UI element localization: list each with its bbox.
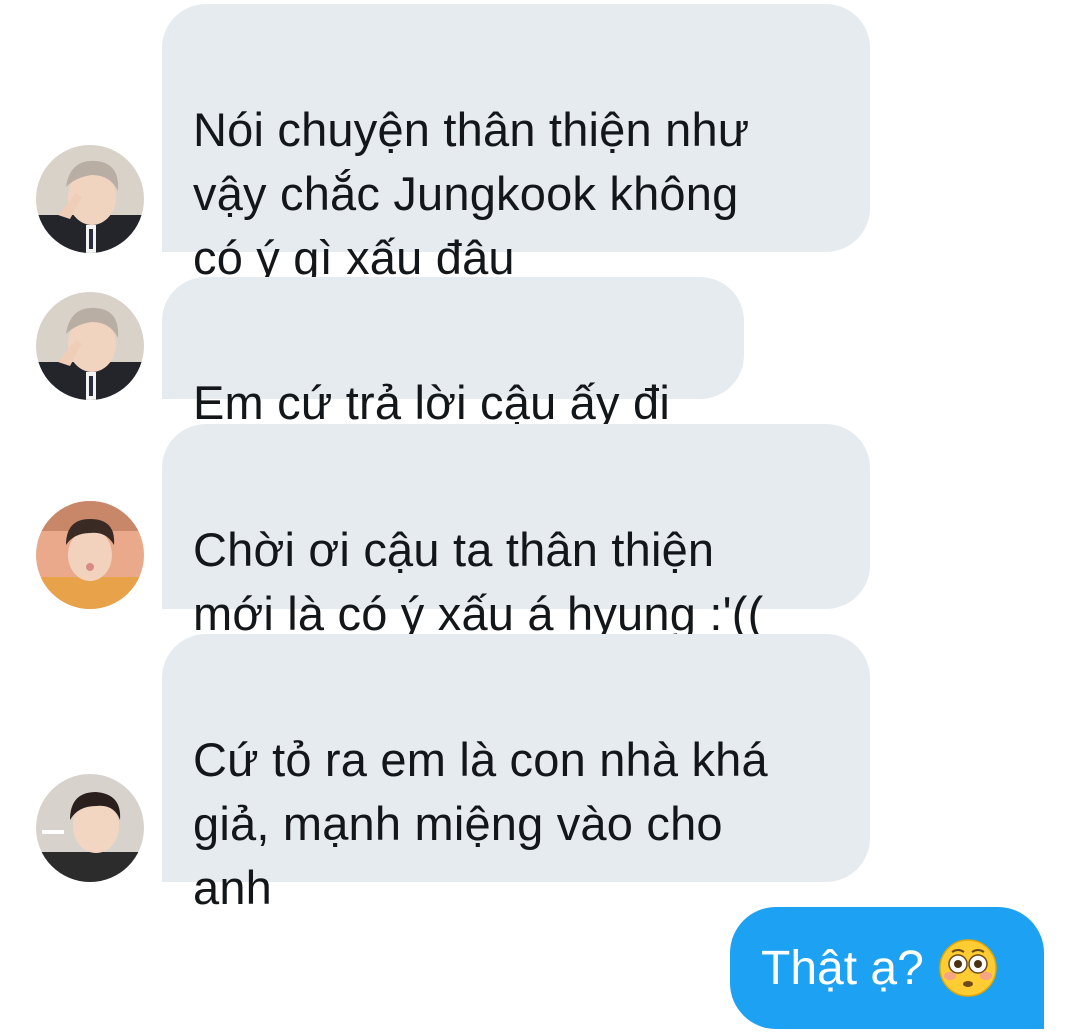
avatar[interactable] [36, 292, 144, 400]
avatar[interactable] [36, 501, 144, 609]
avatar[interactable] [36, 145, 144, 253]
message-text: Em cứ trả lời cậu ấy đi [193, 376, 670, 429]
outgoing-message-bubble[interactable]: Thật ạ? [730, 907, 1044, 1029]
message-text: Cứ tỏ ra em là con nhà khá giả, mạnh miệ… [193, 733, 768, 914]
chat-thread: Nói chuyện thân thiện như vậy chắc Jungk… [0, 0, 1080, 1034]
message-bubble[interactable]: Em cứ trả lời cậu ấy đi [162, 277, 744, 429]
message-text: Nói chuyện thân thiện như vậy chắc Jungk… [193, 103, 750, 284]
outgoing-message-text: Thật ạ? [761, 941, 924, 995]
message-bubble[interactable]: Nói chuyện thân thiện như vậy chắc Jungk… [162, 4, 870, 284]
flushed-face-icon [938, 938, 998, 998]
message-bubble[interactable]: Chời ơi cậu ta thân thiện mới là có ý xấ… [162, 424, 870, 640]
message-text: Chời ơi cậu ta thân thiện mới là có ý xấ… [193, 523, 764, 640]
message-bubble[interactable]: Cứ tỏ ra em là con nhà khá giả, mạnh miệ… [162, 634, 870, 914]
avatar[interactable] [36, 774, 144, 882]
